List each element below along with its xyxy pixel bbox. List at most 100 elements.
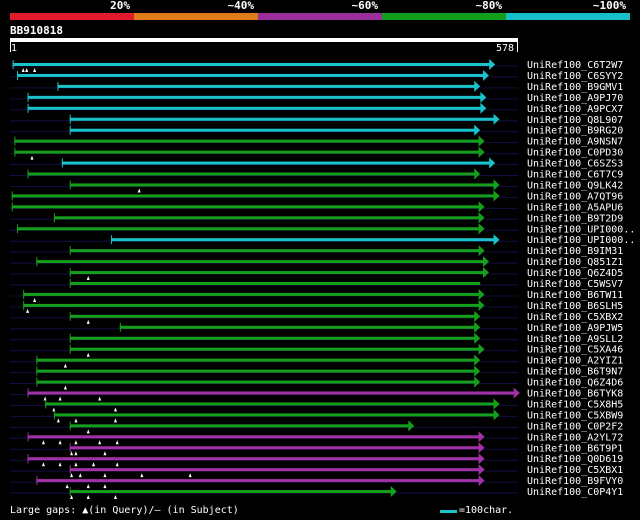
hit-row[interactable]: UniRef100_A9PJ70	[10, 91, 623, 104]
hit-arrow-icon	[408, 420, 415, 432]
hit-start-tick	[53, 213, 55, 223]
hit-bar	[36, 358, 477, 362]
hit-start-tick	[69, 180, 71, 190]
hit-arrow-icon	[478, 299, 485, 311]
hit-label[interactable]: UniRef100_Q9LK42	[527, 180, 623, 191]
hit-row[interactable]: UniRef100_B9GMV1	[10, 80, 623, 93]
hit-label[interactable]: UniRef100_UPI000..	[527, 224, 635, 235]
hit-label[interactable]: UniRef100_C5X8H5	[527, 399, 623, 410]
query-gap-icon	[115, 462, 119, 467]
hit-label[interactable]: UniRef100_C6SYY2	[527, 71, 623, 82]
hit-label[interactable]: UniRef100_C6T7C9	[527, 170, 623, 181]
hit-bar	[69, 424, 411, 428]
hit-label[interactable]: UniRef100_Q851Z1	[527, 257, 623, 268]
hit-label[interactable]: UniRef100_Q6Z4D5	[527, 268, 623, 279]
hit-label[interactable]: UniRef100_B6SLH5	[527, 301, 623, 312]
hit-label[interactable]: UniRef100_A2YIZ1	[527, 356, 623, 367]
hit-arrow-icon	[478, 288, 485, 300]
hit-bar	[14, 139, 481, 143]
hit-row[interactable]: UniRef100_Q8L907	[10, 113, 623, 126]
hit-label[interactable]: UniRef100_A9PJW5	[527, 323, 623, 334]
hit-label[interactable]: UniRef100_A7QT96	[527, 191, 623, 202]
hit-arrow-icon	[482, 256, 489, 268]
query-gap-icon	[58, 462, 62, 467]
hit-row[interactable]: UniRef100_A9SLL2	[10, 332, 623, 345]
hit-row[interactable]: UniRef100_C6T7C9	[10, 168, 623, 181]
hit-label[interactable]: UniRef100_B6T9N7	[527, 367, 623, 378]
hit-label[interactable]: UniRef100_B6TYK8	[527, 389, 623, 400]
hit-label[interactable]: UniRef100_C5XBX1	[527, 465, 623, 476]
query-gap-icon	[86, 319, 90, 324]
hit-bar	[53, 413, 496, 417]
hit-bar	[27, 95, 483, 99]
hit-arrow-icon	[474, 168, 481, 180]
hit-label[interactable]: UniRef100_B9T2D9	[527, 213, 623, 224]
hit-label[interactable]: UniRef100_C6T2W7	[527, 60, 623, 71]
query-gap-icon	[58, 396, 62, 401]
hit-arrow-icon	[478, 223, 485, 235]
hit-label[interactable]: UniRef100_C0P2F2	[527, 421, 623, 432]
hit-row[interactable]: UniRef100_UPI000..	[10, 234, 635, 246]
hit-start-tick	[69, 487, 71, 497]
hit-start-tick	[11, 202, 13, 212]
hit-label[interactable]: UniRef100_UPI000..	[527, 235, 635, 246]
query-gap-icon	[86, 276, 90, 281]
hit-bar	[69, 282, 481, 285]
hit-row[interactable]: UniRef100_A9PJW5	[10, 321, 623, 334]
hit-row[interactable]: UniRef100_B9T2D9	[10, 212, 623, 224]
hit-bar	[36, 260, 485, 264]
hit-row[interactable]: UniRef100_A7QT96	[10, 190, 623, 202]
hit-label[interactable]: UniRef100_C5XA46	[527, 345, 623, 356]
query-gap-icon	[103, 484, 107, 489]
query-gap-icon	[86, 352, 90, 357]
hit-arrow-icon	[474, 80, 481, 92]
hit-label[interactable]: UniRef100_B6TW11	[527, 290, 623, 301]
hit-label[interactable]: UniRef100_A9PCX7	[527, 104, 623, 115]
query-gap-icon	[86, 484, 90, 489]
hit-label[interactable]: UniRef100_B9GMV1	[527, 82, 623, 93]
hit-row[interactable]: UniRef100_UPI000..	[10, 223, 635, 235]
hit-label[interactable]: UniRef100_A2YL72	[527, 432, 623, 443]
hit-bar	[27, 172, 477, 176]
hit-label[interactable]: UniRef100_C5WSV7	[527, 279, 623, 290]
hit-label[interactable]: UniRef100_C0PD30	[527, 148, 623, 159]
hit-row[interactable]: UniRef100_C0P4Y1	[10, 486, 623, 500]
hit-row[interactable]: UniRef100_A9PCX7	[10, 102, 623, 115]
hit-row[interactable]: UniRef100_Q851Z1	[10, 256, 623, 268]
hit-arrow-icon	[474, 376, 481, 388]
hit-label[interactable]: UniRef100_Q0D619	[527, 454, 623, 465]
hit-row[interactable]: UniRef100_B9IM31	[10, 245, 623, 257]
hit-row[interactable]: UniRef100_A5APU6	[10, 201, 623, 213]
hit-arrow-icon	[478, 453, 485, 465]
query-gap-icon	[86, 429, 90, 434]
hit-label[interactable]: UniRef100_Q8L907	[527, 115, 623, 126]
hit-label[interactable]: UniRef100_A9PJ70	[527, 93, 623, 104]
hit-bar	[69, 490, 393, 494]
hit-start-tick	[45, 399, 47, 409]
hit-start-tick	[69, 465, 71, 475]
hit-label[interactable]: UniRef100_C5XBW9	[527, 410, 623, 421]
hit-bar	[27, 391, 516, 395]
hit-row[interactable]: UniRef100_B6T9N7	[10, 365, 623, 378]
hit-label[interactable]: UniRef100_Q6Z4D6	[527, 378, 623, 389]
hit-label[interactable]: UniRef100_B9IM31	[527, 246, 623, 257]
hit-label[interactable]: UniRef100_A9NSN7	[527, 137, 623, 148]
hit-label[interactable]: UniRef100_C6SZS3	[527, 159, 623, 170]
hit-label[interactable]: UniRef100_B9RG20	[527, 126, 623, 137]
hit-row[interactable]: UniRef100_C6SZS3	[10, 157, 623, 170]
hit-start-tick	[69, 344, 71, 354]
hit-label[interactable]: UniRef100_B9FVY0	[527, 476, 623, 487]
hit-row[interactable]: UniRef100_B9RG20	[10, 124, 623, 137]
hit-label[interactable]: UniRef100_B6T9P1	[527, 443, 623, 454]
hit-label[interactable]: UniRef100_C0P4Y1	[527, 487, 623, 498]
hit-start-tick	[36, 257, 38, 267]
query-gap-icon	[25, 68, 29, 72]
hit-label[interactable]: UniRef100_A9SLL2	[527, 334, 623, 345]
hit-row[interactable]: UniRef100_A9NSN7	[10, 135, 623, 148]
hit-bar	[14, 150, 481, 154]
hit-label[interactable]: UniRef100_A5APU6	[527, 202, 623, 213]
hit-row[interactable]: UniRef100_C5WSV7	[10, 279, 623, 290]
hit-label[interactable]: UniRef100_C5XBX2	[527, 312, 623, 323]
hit-row[interactable]: UniRef100_C6SYY2	[10, 69, 623, 82]
query-gap-icon	[86, 495, 90, 500]
